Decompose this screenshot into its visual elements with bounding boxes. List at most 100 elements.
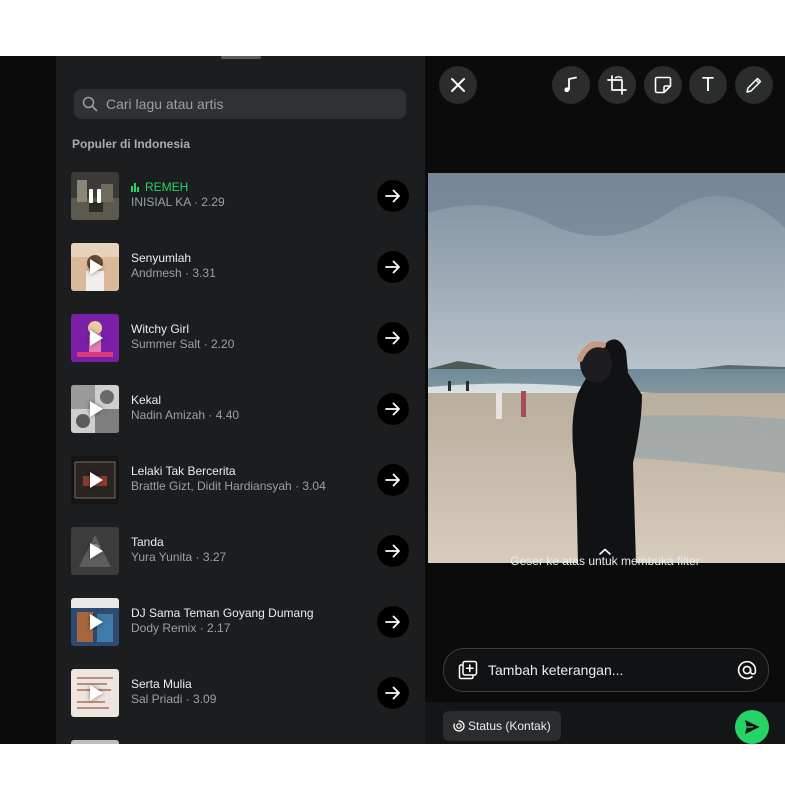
- play-icon[interactable]: [90, 330, 103, 346]
- section-title: Populer di Indonesia: [72, 137, 191, 151]
- separator: ·: [195, 550, 200, 564]
- song-duration: 4.40: [215, 408, 240, 422]
- song-row[interactable]: Tanda Yura Yunita · 3.27: [56, 516, 425, 587]
- album-art: [71, 527, 119, 575]
- separator: ·: [295, 479, 300, 493]
- select-song-button[interactable]: [377, 251, 409, 283]
- song-row-partial[interactable]: [56, 729, 425, 744]
- whatsapp-status-editor: Populer di Indonesia: [0, 56, 785, 744]
- song-artist: Brattle Gizt, Didit Hardiansyah: [131, 479, 292, 493]
- album-art: [71, 669, 119, 717]
- play-icon[interactable]: [90, 543, 103, 559]
- select-song-button[interactable]: [377, 180, 409, 212]
- arrow-right-icon: [385, 544, 400, 558]
- mention-icon[interactable]: [736, 659, 758, 681]
- select-song-button[interactable]: [377, 535, 409, 567]
- caption-field[interactable]: [443, 648, 769, 692]
- pencil-icon: [746, 77, 762, 93]
- swipe-hint-text: Geser ke atas untuk membuka filter: [510, 554, 700, 568]
- status-photo[interactable]: [428, 173, 785, 563]
- song-artist: Yura Yunita: [131, 550, 193, 564]
- crop-rotate-icon: [607, 75, 627, 95]
- add-media-icon[interactable]: [458, 660, 478, 680]
- song-title: Kekal: [131, 393, 162, 407]
- music-note-icon: [564, 76, 577, 93]
- separator: ·: [199, 621, 204, 635]
- play-icon[interactable]: [90, 614, 103, 630]
- song-artist: Nadin Amizah: [131, 408, 206, 422]
- media-editor: T Geser ke atas untuk membuka filter Tam…: [425, 56, 785, 744]
- bottom-bar: Status (Kontak): [425, 702, 785, 744]
- search-icon: [82, 96, 98, 112]
- equalizer-icon: [131, 183, 139, 192]
- select-song-button[interactable]: [377, 606, 409, 638]
- song-duration: 3.31: [192, 266, 216, 280]
- arrow-right-icon: [385, 260, 400, 274]
- separator: ·: [185, 692, 190, 706]
- song-duration: 3.04: [302, 479, 326, 493]
- album-art: [71, 740, 119, 744]
- select-song-button[interactable]: [377, 464, 409, 496]
- song-row[interactable]: Kekal Nadin Amizah · 4.40: [56, 374, 425, 445]
- album-art: [71, 598, 119, 646]
- song-row[interactable]: Senyumlah Andmesh · 3.31: [56, 232, 425, 303]
- drag-handle[interactable]: [221, 56, 261, 59]
- pause-icon[interactable]: [89, 189, 101, 203]
- play-icon[interactable]: [90, 685, 103, 701]
- song-title: Lelaki Tak Bercerita: [131, 464, 236, 478]
- song-row[interactable]: DJ Sama Teman Goyang Dumang Dody Remix ·…: [56, 587, 425, 658]
- separator: ·: [208, 408, 213, 422]
- send-button[interactable]: [735, 710, 769, 744]
- song-artist: INISIAL KA: [131, 195, 191, 209]
- song-row[interactable]: REMEH INISIAL KA · 2.29: [56, 161, 425, 232]
- draw-button[interactable]: [735, 66, 773, 104]
- song-title: Witchy Girl: [131, 322, 189, 336]
- arrow-right-icon: [385, 331, 400, 345]
- song-row[interactable]: Serta Mulia Sal Priadi · 3.09: [56, 658, 425, 729]
- music-button[interactable]: [552, 66, 590, 104]
- song-row[interactable]: Witchy Girl Summer Salt · 2.20: [56, 303, 425, 374]
- select-song-button[interactable]: [377, 393, 409, 425]
- play-icon[interactable]: [90, 401, 103, 417]
- song-title: Tanda: [131, 535, 164, 549]
- close-icon: [451, 78, 465, 92]
- text-button[interactable]: T: [689, 66, 727, 104]
- song-search-box[interactable]: [74, 89, 406, 119]
- song-title: REMEH: [145, 180, 189, 194]
- song-duration: 2.17: [207, 621, 231, 635]
- song-row[interactable]: Lelaki Tak Bercerita Brattle Gizt, Didit…: [56, 445, 425, 516]
- music-picker-panel: Populer di Indonesia: [56, 56, 425, 744]
- song-duration: 2.20: [211, 337, 235, 351]
- arrow-right-icon: [385, 686, 400, 700]
- play-icon[interactable]: [90, 259, 103, 275]
- status-audience-button[interactable]: Status (Kontak): [443, 711, 561, 741]
- play-icon[interactable]: [90, 472, 103, 488]
- album-art: [71, 314, 119, 362]
- arrow-right-icon: [385, 402, 400, 416]
- text-icon: T: [701, 73, 715, 96]
- album-art: [71, 243, 119, 291]
- song-artist: Sal Priadi: [131, 692, 183, 706]
- swipe-up-hint[interactable]: Geser ke atas untuk membuka filter: [425, 547, 785, 568]
- album-art: [71, 172, 119, 220]
- caption-input[interactable]: [488, 662, 736, 678]
- close-button[interactable]: [439, 66, 477, 104]
- song-artist: Andmesh: [131, 266, 182, 280]
- song-search-input[interactable]: [106, 96, 406, 112]
- crop-rotate-button[interactable]: [598, 66, 636, 104]
- song-duration: 2.29: [201, 195, 225, 209]
- select-song-button[interactable]: [377, 322, 409, 354]
- status-icon: [453, 720, 465, 732]
- sticker-icon: [654, 76, 672, 94]
- separator: ·: [203, 337, 208, 351]
- sticker-button[interactable]: [644, 66, 682, 104]
- album-art: [71, 385, 119, 433]
- song-duration: 3.09: [193, 692, 217, 706]
- song-duration: 3.27: [202, 550, 227, 564]
- song-title: DJ Sama Teman Goyang Dumang: [131, 606, 314, 620]
- select-song-button[interactable]: [377, 677, 409, 709]
- song-list: REMEH INISIAL KA · 2.29 Senyumlah Andmes…: [56, 161, 425, 744]
- separator: ·: [193, 195, 198, 209]
- album-art: [71, 456, 119, 504]
- arrow-right-icon: [385, 189, 400, 203]
